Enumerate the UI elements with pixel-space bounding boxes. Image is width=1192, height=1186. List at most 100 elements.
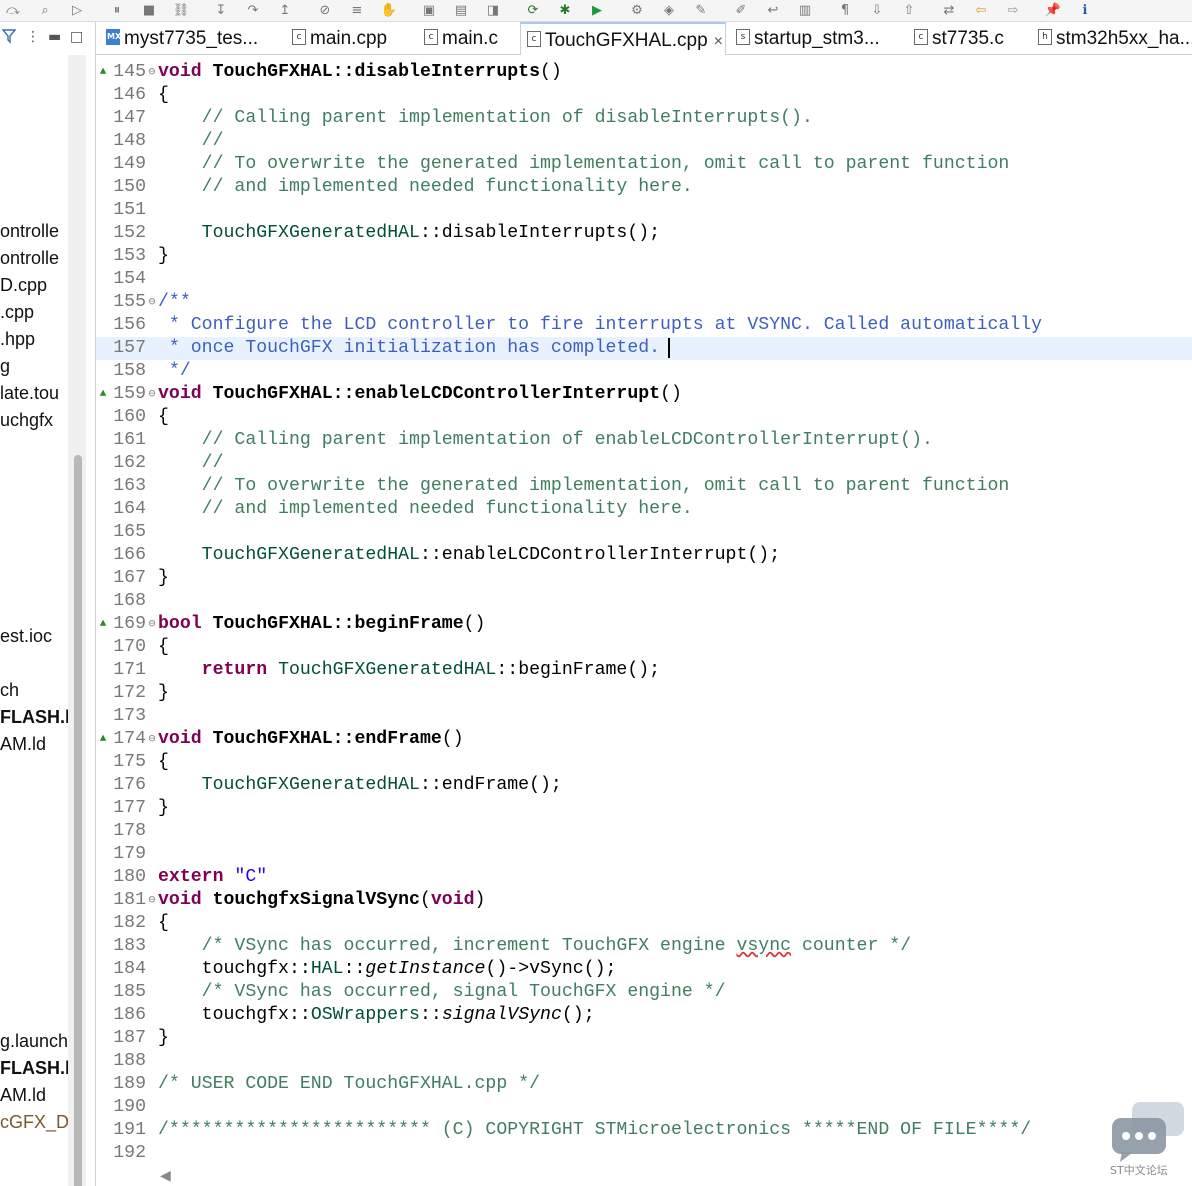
code-line[interactable]: 167} — [96, 567, 1192, 590]
suspend-icon[interactable]: ⏸ — [108, 2, 126, 19]
skip-icon[interactable]: ⤼ — [4, 2, 22, 19]
code-line[interactable]: 165 — [96, 521, 1192, 544]
code-line[interactable]: 190 — [96, 1096, 1192, 1119]
explorer-item[interactable]: .hpp — [0, 329, 68, 349]
code-line[interactable]: 192 — [96, 1142, 1192, 1165]
code-line[interactable]: 177} — [96, 797, 1192, 820]
explorer-item[interactable]: AM.ld — [0, 734, 68, 754]
code-line[interactable]: 179 — [96, 843, 1192, 866]
last-edit-icon[interactable]: ⇄ — [940, 2, 958, 19]
minimize-icon[interactable]: ▬ — [48, 28, 61, 46]
code-line[interactable]: 173 — [96, 705, 1192, 728]
highlight-icon[interactable]: ✐ — [732, 2, 750, 19]
code-line[interactable]: 191 /************************ (C) COPYRIG… — [96, 1119, 1192, 1142]
explorer-item[interactable]: ch — [0, 680, 68, 700]
fold-toggle-icon[interactable]: ⊖ — [146, 291, 158, 314]
code-line[interactable]: 185 /* VSync has occurred, signal TouchG… — [96, 981, 1192, 1004]
run-icon[interactable]: ▶ — [588, 2, 606, 19]
explorer-scrollbar[interactable] — [68, 55, 86, 1186]
explorer-item[interactable]: uchgfx — [0, 410, 68, 430]
code-line[interactable]: 156 * Configure the LCD controller to fi… — [96, 314, 1192, 337]
instruction-step-icon[interactable]: ≡ — [348, 2, 366, 19]
code-line[interactable]: 151 — [96, 199, 1192, 222]
code-line[interactable]: 150 // and implemented needed functional… — [96, 176, 1192, 199]
code-line[interactable]: ▲ 145 ⊖ void TouchGFXHAL::disableInterrupts… — [96, 61, 1192, 84]
code-line[interactable]: 160 { — [96, 406, 1192, 429]
code-line[interactable]: 163 // To overwrite the generated implem… — [96, 475, 1192, 498]
explorer-item[interactable]: est.ioc — [0, 626, 68, 646]
code-line[interactable]: 172} — [96, 682, 1192, 705]
code-line[interactable]: 170 { — [96, 636, 1192, 659]
back-icon[interactable]: ⇦ — [972, 2, 990, 19]
explorer-item[interactable]: FLASH.l — [0, 707, 68, 727]
code-line[interactable]: 166 TouchGFXGeneratedHAL::enableLCDContr… — [96, 544, 1192, 567]
resume-icon[interactable]: ▷ — [68, 2, 86, 19]
info-icon[interactable]: ℹ — [1076, 2, 1094, 19]
build-icon[interactable]: ✋ — [380, 2, 398, 19]
code-line[interactable]: 171 return TouchGFXGeneratedHAL::beginFr… — [96, 659, 1192, 682]
tab-main-cpp[interactable]: c main.cpp — [286, 22, 412, 55]
explorer-item[interactable]: g.launch — [0, 1031, 68, 1051]
code-line[interactable]: 153} — [96, 245, 1192, 268]
code-line[interactable]: 168 — [96, 590, 1192, 613]
terminate-icon[interactable]: ■ — [140, 2, 158, 19]
code-line[interactable]: 148 // — [96, 130, 1192, 153]
code-line[interactable]: 180 extern "C" — [96, 866, 1192, 889]
code-line[interactable]: 161 // Calling parent implementation of … — [96, 429, 1192, 452]
code-line[interactable]: 182 { — [96, 912, 1192, 935]
fold-toggle-icon[interactable]: ⊖ — [146, 613, 158, 636]
code-line[interactable]: 149 // To overwrite the generated implem… — [96, 153, 1192, 176]
explorer-item[interactable]: ontrolle — [0, 221, 68, 241]
view-menu-icon[interactable]: ⋮ — [26, 28, 40, 46]
code-line[interactable]: 147 // Calling parent implementation of … — [96, 107, 1192, 130]
fold-toggle-icon[interactable]: ⊖ — [146, 728, 158, 751]
explorer-item[interactable]: .cpp — [0, 302, 68, 322]
code-line[interactable]: 188 — [96, 1050, 1192, 1073]
tab-main-c[interactable]: c main.c — [418, 22, 514, 55]
code-line[interactable]: 187} — [96, 1027, 1192, 1050]
next-annotation-icon[interactable]: ⇩ — [868, 2, 886, 19]
search-tool-icon[interactable]: ✎ — [692, 2, 710, 19]
explorer-item[interactable]: g — [0, 356, 68, 376]
disconnect-icon[interactable]: ⛓ — [172, 2, 190, 19]
previous-annotation-icon[interactable]: ⇧ — [900, 2, 918, 19]
tab-startup-stm3[interactable]: s startup_stm3... — [730, 22, 902, 55]
code-line[interactable]: 176 TouchGFXGeneratedHAL::endFrame(); — [96, 774, 1192, 797]
horizontal-scrollbar[interactable]: ◀ — [150, 1166, 1192, 1186]
code-line[interactable]: 157 * once TouchGFX initialization has c… — [96, 337, 1192, 360]
step-return-icon[interactable]: ↥ — [276, 2, 294, 19]
code-line[interactable]: 175 { — [96, 751, 1192, 774]
pin-editor-icon[interactable]: 📌 — [1044, 2, 1062, 19]
scroll-left-arrow-icon[interactable]: ◀ — [160, 1168, 171, 1184]
explorer-item[interactable]: cGFX_D — [0, 1112, 68, 1132]
external-tools-icon[interactable]: ⚙ — [628, 2, 646, 19]
tab-touchgfxhal-cpp[interactable]: c TouchGFXHAL.cpp × — [520, 22, 726, 55]
code-line[interactable]: 184 touchgfx::HAL::getInstance()->vSync(… — [96, 958, 1192, 981]
maximize-icon[interactable]: □ — [70, 28, 83, 46]
new-class-icon[interactable]: ◨ — [484, 2, 502, 19]
code-line[interactable]: 154 — [96, 268, 1192, 291]
code-line[interactable]: ▲ 169 ⊖ bool TouchGFXHAL::beginFrame() — [96, 613, 1192, 636]
search-icon[interactable]: ⌕ — [36, 2, 54, 19]
fold-toggle-icon[interactable]: ⊖ — [146, 383, 158, 406]
explorer-item[interactable]: ontrolle — [0, 248, 68, 268]
code-line[interactable]: ▲ 174 ⊖ void TouchGFXHAL::endFrame() — [96, 728, 1192, 751]
code-line[interactable]: 181 ⊖ void touchgfxSignalVSync(void) — [96, 889, 1192, 912]
code-line[interactable]: 164 // and implemented needed functional… — [96, 498, 1192, 521]
tab-stm32h5xx-ha[interactable]: h stm32h5xx_ha... — [1032, 22, 1192, 55]
explorer-scrollbar-thumb[interactable] — [74, 455, 82, 1186]
close-tab-icon[interactable]: × — [714, 25, 723, 55]
debug-icon[interactable]: ✱ — [556, 2, 574, 19]
code-line[interactable]: 189 /* USER CODE END TouchGFXHAL.cpp */ — [96, 1073, 1192, 1096]
explorer-item[interactable]: FLASH.l — [0, 1058, 68, 1078]
toggle-breakpoints-icon[interactable]: ⊘ — [316, 2, 334, 19]
code-editor[interactable]: ▲ 145 ⊖ void TouchGFXHAL::disableInterrupts… — [96, 56, 1192, 1186]
word-wrap-icon[interactable]: ↩ — [764, 2, 782, 19]
code-line[interactable]: 186 touchgfx::OSWrappers::signalVSync(); — [96, 1004, 1192, 1027]
forward-icon[interactable]: ⇨ — [1004, 2, 1022, 19]
open-type-icon[interactable]: ◈ — [660, 2, 678, 19]
code-line[interactable]: ▲ 159 ⊖ void TouchGFXHAL::enableLCDControll… — [96, 383, 1192, 406]
block-selection-icon[interactable]: ▥ — [796, 2, 814, 19]
filter-icon[interactable] — [1, 28, 17, 49]
code-line[interactable]: 152 TouchGFXGeneratedHAL::disableInterru… — [96, 222, 1192, 245]
